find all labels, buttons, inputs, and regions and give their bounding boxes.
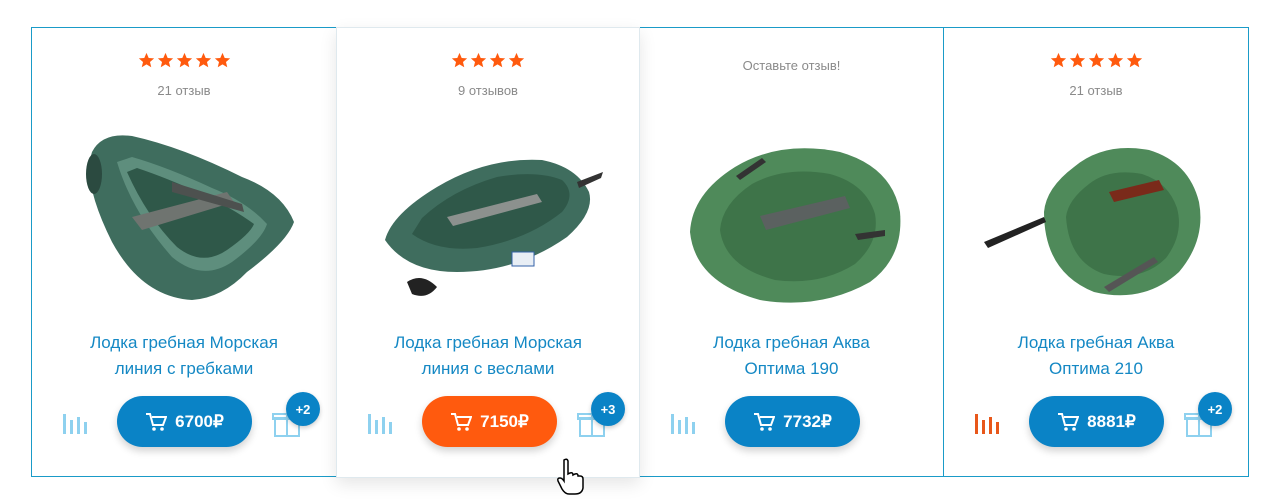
product-card[interactable]: 21 отзыв Лодка гребная Морская линия с г… (32, 28, 336, 476)
star-icon (451, 52, 468, 68)
gift-count-badge[interactable]: +2 (286, 392, 320, 426)
product-name[interactable]: Лодка гребная Аква Оптима 210 (964, 330, 1228, 382)
bar-chart-icon[interactable] (668, 406, 698, 436)
product-name-line[interactable]: Лодка гребная Морская (394, 333, 582, 352)
reviews-link[interactable]: 9 отзывов (337, 83, 639, 98)
star-icon (138, 52, 154, 68)
product-name-line[interactable]: линия с гребками (115, 359, 254, 378)
gift-count-badge[interactable]: +2 (1198, 392, 1232, 426)
add-to-cart-button[interactable]: 7732₽ (725, 396, 860, 447)
cart-icon (146, 412, 168, 431)
star-icon (1088, 52, 1104, 68)
price-label: 6700₽ (175, 411, 224, 431)
star-icon (1050, 52, 1066, 68)
star-icon (1069, 52, 1085, 68)
product-image[interactable] (680, 122, 906, 308)
star-icon (195, 52, 211, 68)
price-label: 8881₽ (1087, 411, 1136, 431)
cart-icon (754, 412, 776, 431)
product-name-line[interactable]: линия с веслами (422, 359, 555, 378)
reviews-link[interactable]: 21 отзыв (944, 83, 1248, 98)
gift-count-badge[interactable]: +3 (591, 392, 625, 426)
product-card[interactable]: 21 отзыв Лодка гребная Аква Оптима 210 8… (944, 28, 1248, 476)
star-icon (1107, 52, 1123, 68)
rating-stars (337, 52, 639, 74)
product-name[interactable]: Лодка гребная Морская линия с веслами (357, 330, 619, 382)
product-name-line[interactable]: Лодка гребная Аква (713, 333, 870, 352)
bar-chart-icon[interactable] (365, 406, 395, 436)
cart-icon (451, 412, 473, 431)
product-image[interactable] (72, 122, 298, 308)
reviews-link[interactable]: 21 отзыв (32, 83, 336, 98)
add-to-cart-button[interactable]: 6700₽ (117, 396, 252, 447)
price-label: 7150₽ (480, 411, 529, 431)
product-name-line[interactable]: Оптима 190 (745, 359, 839, 378)
product-image[interactable] (984, 122, 1210, 308)
cart-icon (1058, 412, 1080, 431)
product-card[interactable]: 9 отзывов Лодка гребная Морская линия с … (336, 27, 640, 478)
rating-stars (32, 52, 336, 74)
star-icon (508, 52, 525, 68)
star-icon (176, 52, 192, 68)
product-grid: 21 отзыв Лодка гребная Морская линия с г… (31, 27, 1249, 478)
bar-chart-icon[interactable] (60, 406, 90, 436)
product-card[interactable]: Оставьте отзыв! Лодка гребная Аква Оптим… (640, 28, 944, 476)
add-to-cart-button[interactable]: 8881₽ (1029, 396, 1164, 447)
product-name-line[interactable]: Оптима 210 (1049, 359, 1143, 378)
product-name[interactable]: Лодка гребная Аква Оптима 190 (660, 330, 923, 382)
star-icon (489, 52, 506, 68)
star-icon (1126, 52, 1142, 68)
product-image[interactable] (377, 122, 603, 308)
product-name-line[interactable]: Лодка гребная Аква (1018, 333, 1175, 352)
bar-chart-icon[interactable] (972, 406, 1002, 436)
leave-review-link[interactable]: Оставьте отзыв! (640, 58, 943, 73)
star-icon (470, 52, 487, 68)
price-label: 7732₽ (783, 411, 832, 431)
product-name[interactable]: Лодка гребная Морская линия с гребками (52, 330, 316, 382)
hand-pointer-icon (557, 458, 584, 495)
rating-stars (944, 52, 1248, 74)
star-icon (157, 52, 173, 68)
star-icon (214, 52, 230, 68)
add-to-cart-button[interactable]: 7150₽ (422, 396, 557, 447)
product-name-line[interactable]: Лодка гребная Морская (90, 333, 278, 352)
